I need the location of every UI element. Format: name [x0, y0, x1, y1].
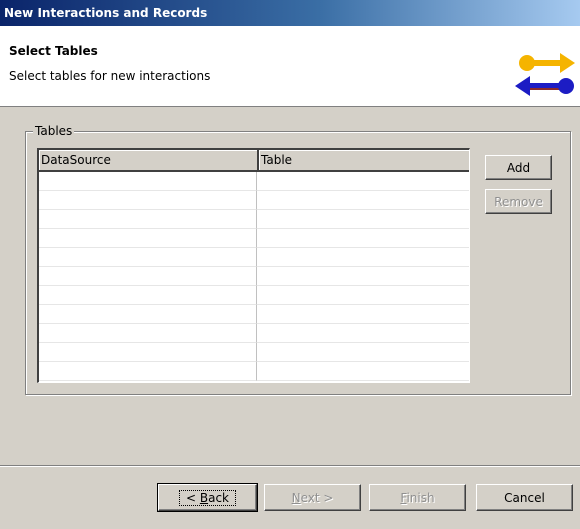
back-button[interactable]: < Back [157, 483, 258, 512]
cell-datasource[interactable] [39, 305, 257, 324]
page-title: Select Tables [9, 44, 98, 58]
table-row[interactable] [39, 267, 469, 286]
wizard-arrows-icon [515, 53, 575, 96]
cell-datasource[interactable] [39, 286, 257, 305]
add-button-label: Add [506, 160, 531, 175]
table-row[interactable] [39, 248, 469, 267]
finish-button[interactable]: Finish [369, 484, 466, 511]
table-row[interactable] [39, 343, 469, 362]
table-header: DataSource Table [39, 150, 469, 172]
cell-table[interactable] [257, 248, 469, 267]
cell-table[interactable] [257, 362, 469, 381]
tables-group-label: Tables [33, 124, 75, 138]
table-row[interactable] [39, 362, 469, 381]
cell-datasource[interactable] [39, 191, 257, 210]
footer-separator [0, 465, 580, 467]
cell-datasource[interactable] [39, 324, 257, 343]
cell-datasource[interactable] [39, 248, 257, 267]
cell-datasource[interactable] [39, 210, 257, 229]
cell-datasource[interactable] [39, 172, 257, 191]
back-button-label: < Back [178, 489, 236, 506]
cancel-button[interactable]: Cancel [476, 484, 573, 511]
add-button[interactable]: Add [485, 155, 552, 180]
cancel-button-label: Cancel [504, 490, 545, 505]
table-row[interactable] [39, 210, 469, 229]
next-button-label: Next > [291, 490, 334, 505]
remove-button[interactable]: Remove [485, 189, 552, 214]
table-body [39, 172, 469, 381]
finish-button-label: Finish [400, 490, 435, 505]
cell-table[interactable] [257, 191, 469, 210]
remove-button-label: Remove [494, 194, 543, 209]
cell-datasource[interactable] [39, 267, 257, 286]
wizard-banner: Select Tables Select tables for new inte… [0, 26, 580, 107]
cell-table[interactable] [257, 286, 469, 305]
cell-table[interactable] [257, 305, 469, 324]
cell-datasource[interactable] [39, 229, 257, 248]
cell-table[interactable] [257, 210, 469, 229]
cell-datasource[interactable] [39, 343, 257, 362]
table-row[interactable] [39, 191, 469, 210]
title-bar[interactable]: New Interactions and Records [0, 0, 580, 26]
cell-table[interactable] [257, 324, 469, 343]
page-description: Select tables for new interactions [9, 69, 211, 83]
tables-table[interactable]: DataSource Table [37, 148, 470, 383]
table-row[interactable] [39, 324, 469, 343]
column-header-table[interactable]: Table [259, 150, 469, 172]
table-row[interactable] [39, 172, 469, 191]
next-button[interactable]: Next > [264, 484, 361, 511]
column-header-datasource[interactable]: DataSource [39, 150, 259, 172]
table-row[interactable] [39, 305, 469, 324]
cell-table[interactable] [257, 229, 469, 248]
table-row[interactable] [39, 286, 469, 305]
cell-table[interactable] [257, 343, 469, 362]
table-row[interactable] [39, 229, 469, 248]
cell-table[interactable] [257, 267, 469, 286]
cell-datasource[interactable] [39, 362, 257, 381]
wizard-dialog: New Interactions and Records Select Tabl… [0, 0, 580, 529]
window-title: New Interactions and Records [4, 6, 208, 20]
cell-table[interactable] [257, 172, 469, 191]
